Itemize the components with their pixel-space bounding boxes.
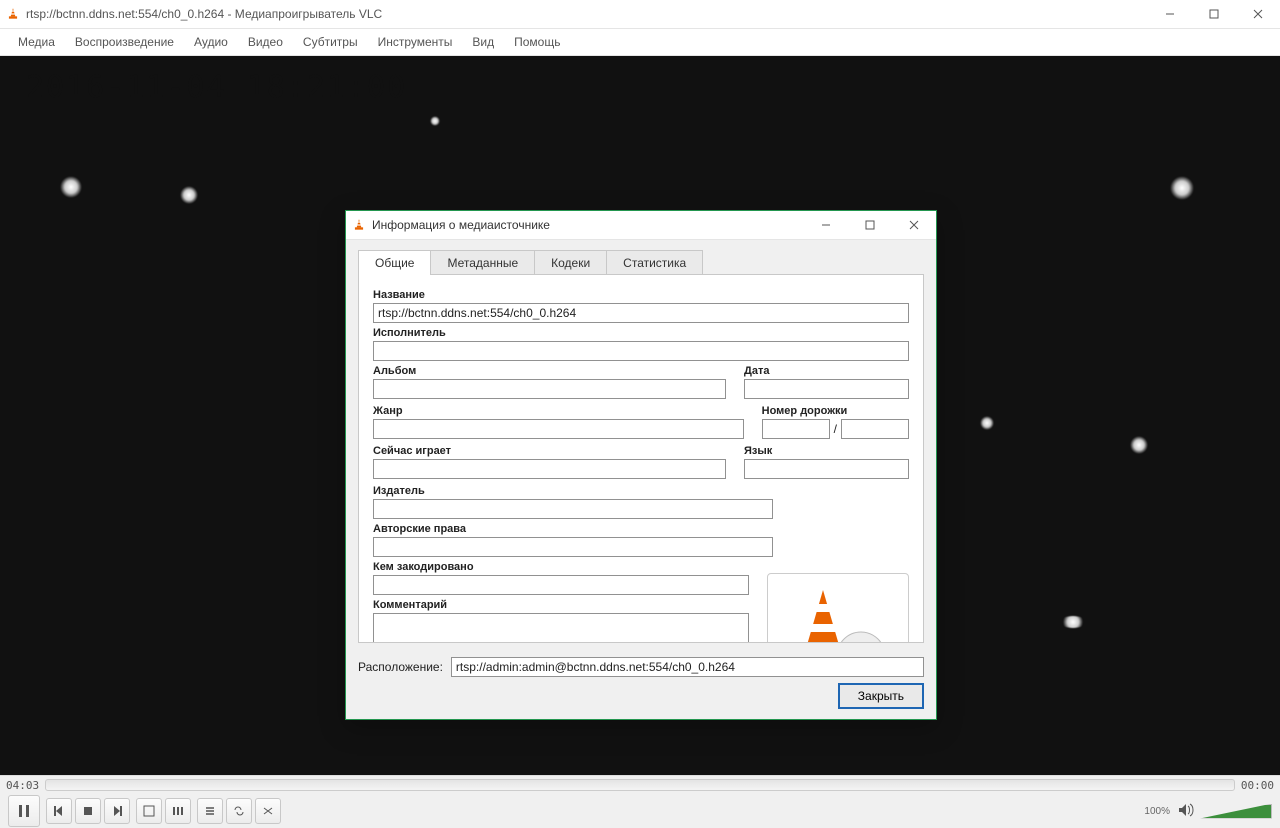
light-dot: [980, 416, 994, 430]
mute-button[interactable]: [1178, 803, 1194, 820]
input-location[interactable]: [451, 657, 924, 677]
menu-help[interactable]: Помощь: [504, 31, 570, 53]
input-publisher[interactable]: [373, 499, 773, 519]
menu-audio[interactable]: Аудио: [184, 31, 238, 53]
loop-button[interactable]: [226, 798, 252, 824]
input-track-a[interactable]: [762, 419, 830, 439]
dialog-tabs: Общие Метаданные Кодеки Статистика: [346, 240, 936, 275]
label-copyright: Авторские права: [373, 523, 909, 535]
fullscreen-button[interactable]: [136, 798, 162, 824]
menu-view[interactable]: Вид: [462, 31, 504, 53]
input-encodedby[interactable]: [373, 575, 749, 595]
dialog-maximize-button[interactable]: [848, 211, 892, 239]
label-location: Расположение:: [358, 660, 443, 674]
seek-slider[interactable]: [45, 779, 1235, 791]
input-comment[interactable]: [373, 613, 749, 643]
window-close-button[interactable]: [1236, 0, 1280, 28]
track-separator: /: [834, 422, 837, 436]
light-dot: [1130, 436, 1148, 454]
tab-metadata[interactable]: Метаданные: [430, 250, 535, 275]
dialog-close-action-button[interactable]: Закрыть: [838, 683, 924, 709]
label-publisher: Издатель: [373, 485, 909, 497]
menu-subtitles[interactable]: Субтитры: [293, 31, 368, 53]
titlebar: rtsp://bctnn.ddns.net:554/ch0_0.h264 - М…: [0, 0, 1280, 29]
menu-playback[interactable]: Воспроизведение: [65, 31, 184, 53]
window-minimize-button[interactable]: [1148, 0, 1192, 28]
light-dot: [430, 116, 440, 126]
label-name: Название: [373, 289, 909, 301]
input-language[interactable]: [744, 459, 909, 479]
vlc-cone-icon: [6, 7, 20, 21]
label-nowplaying: Сейчас играет: [373, 445, 726, 457]
dialog-minimize-button[interactable]: [804, 211, 848, 239]
playlist-button[interactable]: [197, 798, 223, 824]
light-dot: [1060, 616, 1086, 628]
label-encodedby: Кем закодировано: [373, 561, 749, 573]
remaining-time[interactable]: 00:00: [1241, 779, 1274, 792]
stop-button[interactable]: [75, 798, 101, 824]
tab-stats[interactable]: Статистика: [606, 250, 703, 275]
menu-tools[interactable]: Инструменты: [368, 31, 463, 53]
input-copyright[interactable]: [373, 537, 773, 557]
menu-media[interactable]: Медиа: [8, 31, 65, 53]
menu-video[interactable]: Видео: [238, 31, 293, 53]
dialog-title: Информация о медиаисточнике: [372, 218, 804, 232]
label-language: Язык: [744, 445, 909, 457]
tab-codecs[interactable]: Кодеки: [534, 250, 607, 275]
menubar: Медиа Воспроизведение Аудио Видео Субтит…: [0, 29, 1280, 56]
controls-bar: 100%: [0, 794, 1280, 828]
seek-row: 04:03 00:00: [0, 775, 1280, 794]
vlc-cone-icon: [352, 218, 366, 232]
input-nowplaying[interactable]: [373, 459, 726, 479]
cover-art-placeholder: [767, 573, 909, 643]
label-genre: Жанр: [373, 405, 744, 417]
media-info-dialog: Информация о медиаисточнике Общие Метада…: [345, 210, 937, 720]
tab-general[interactable]: Общие: [358, 250, 431, 275]
elapsed-time[interactable]: 04:03: [6, 779, 39, 792]
volume-slider[interactable]: [1200, 804, 1272, 819]
dialog-close-button[interactable]: [892, 211, 936, 239]
camera-timestamp-overlay: 2016-11-04 18:21:00: [26, 70, 407, 105]
prev-button[interactable]: [46, 798, 72, 824]
tab-body: Название Исполнитель Альбом Дата Жа: [358, 274, 924, 643]
app-window: rtsp://bctnn.ddns.net:554/ch0_0.h264 - М…: [0, 0, 1280, 828]
label-comment: Комментарий: [373, 599, 749, 611]
input-name[interactable]: [373, 303, 909, 323]
light-dot: [1170, 176, 1194, 200]
light-dot: [60, 176, 82, 198]
window-maximize-button[interactable]: [1192, 0, 1236, 28]
next-button[interactable]: [104, 798, 130, 824]
extended-settings-button[interactable]: [165, 798, 191, 824]
label-album: Альбом: [373, 365, 726, 377]
volume-percent: 100%: [1144, 806, 1170, 817]
input-genre[interactable]: [373, 419, 744, 439]
play-pause-button[interactable]: [8, 795, 40, 827]
input-artist[interactable]: [373, 341, 909, 361]
input-date[interactable]: [744, 379, 909, 399]
label-date: Дата: [744, 365, 909, 377]
input-album[interactable]: [373, 379, 726, 399]
label-artist: Исполнитель: [373, 327, 909, 339]
label-track: Номер дорожки: [762, 405, 909, 417]
light-dot: [180, 186, 198, 204]
shuffle-button[interactable]: [255, 798, 281, 824]
input-track-b[interactable]: [841, 419, 909, 439]
window-title: rtsp://bctnn.ddns.net:554/ch0_0.h264 - М…: [26, 7, 1148, 21]
